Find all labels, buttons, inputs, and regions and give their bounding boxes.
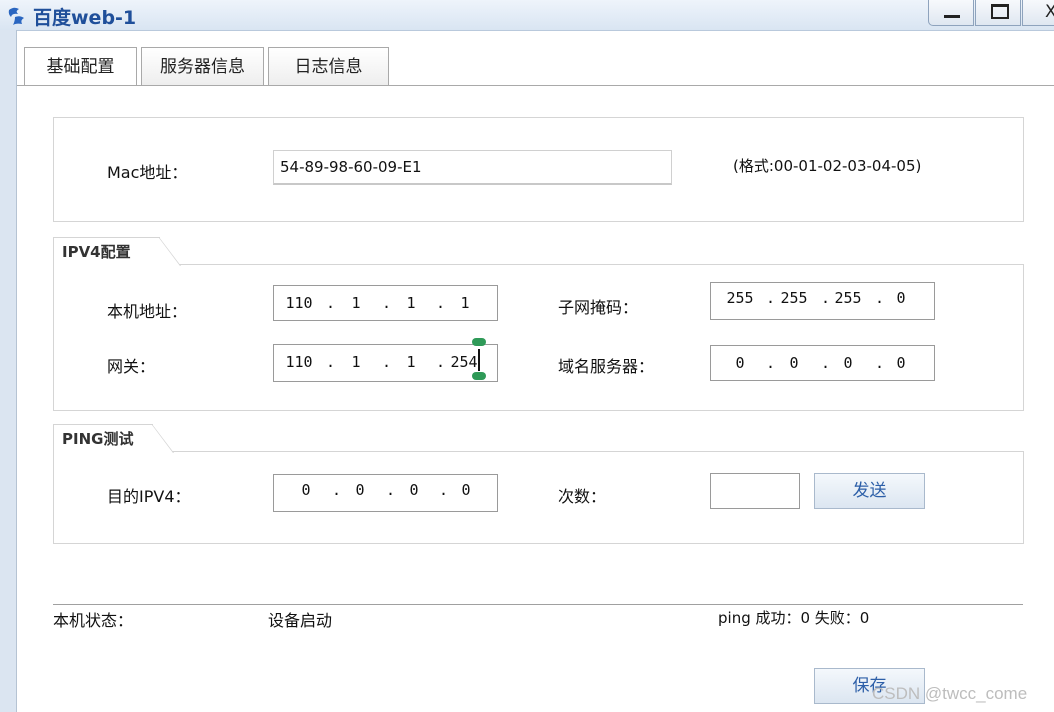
watermark: CSDN @twcc_come <box>872 684 1028 703</box>
octet-separator: . <box>436 294 446 312</box>
tab-divider <box>17 85 1054 86</box>
count-label: 次数： <box>558 487 607 506</box>
send-button[interactable]: 发送 <box>814 473 925 509</box>
subnet-mask-octet-2[interactable]: 255 <box>774 289 814 307</box>
octet-separator: . <box>382 294 392 312</box>
dest-ipv4-octet-2[interactable]: 0 <box>340 481 380 499</box>
tab-server-info[interactable]: 服务器信息 <box>141 47 264 85</box>
selection-handle-top[interactable] <box>472 338 486 346</box>
mac-label: Mac地址： <box>107 163 188 182</box>
status-divider <box>53 604 1023 605</box>
tab-basic-config[interactable]: 基础配置 <box>24 47 137 86</box>
mac-input[interactable]: 54-89-98-60-09-E1 <box>273 150 672 185</box>
dest-ipv4-octet-4[interactable]: 0 <box>446 481 486 499</box>
local-address-octet-1[interactable]: 110 <box>279 294 319 312</box>
ping-result: ping 成功：0 失败：0 <box>718 609 870 627</box>
status-value: 设备启动 <box>268 611 333 630</box>
app-icon <box>8 7 24 25</box>
close-icon: X <box>1045 2 1054 22</box>
title-bar: 百度web-1 X <box>0 0 1054 31</box>
dest-ipv4-input[interactable]: 0 . 0 . 0 . 0 <box>273 474 498 512</box>
dest-ipv4-octet-1[interactable]: 0 <box>286 481 326 499</box>
maximize-icon <box>991 4 1009 19</box>
gateway-octet-3[interactable]: 1 <box>391 353 431 371</box>
local-address-octet-4[interactable]: 1 <box>445 294 485 312</box>
dns-octet-3[interactable]: 0 <box>828 354 868 372</box>
octet-separator: . <box>326 294 336 312</box>
gateway-input[interactable]: 110 . 1 . 1 . 254 <box>273 344 498 382</box>
status-label: 本机状态： <box>53 611 134 630</box>
dest-ipv4-label: 目的IPV4： <box>107 487 191 506</box>
minimize-button[interactable] <box>928 0 974 26</box>
maximize-button[interactable] <box>975 0 1021 26</box>
tab-log-info[interactable]: 日志信息 <box>268 47 389 85</box>
close-button[interactable]: X <box>1022 0 1054 26</box>
subnet-mask-input[interactable]: 255 . 255 . 255 . 0 <box>710 282 935 320</box>
local-address-octet-2[interactable]: 1 <box>336 294 376 312</box>
ping-legend: PING测试 <box>53 424 174 453</box>
mac-format-hint: (格式:00-01-02-03-04-05) <box>733 157 922 175</box>
count-input[interactable] <box>710 473 800 509</box>
dns-octet-2[interactable]: 0 <box>774 354 814 372</box>
local-address-octet-3[interactable]: 1 <box>391 294 431 312</box>
gateway-octet-2[interactable]: 1 <box>336 353 376 371</box>
selection-handle-bottom[interactable] <box>472 372 486 380</box>
gateway-octet-1[interactable]: 110 <box>279 353 319 371</box>
gateway-label: 网关： <box>107 357 156 376</box>
minimize-icon <box>944 15 960 18</box>
subnet-mask-octet-4[interactable]: 0 <box>881 289 921 307</box>
octet-separator: . <box>326 353 336 371</box>
window-frame-left <box>0 30 17 712</box>
local-address-label: 本机地址： <box>107 302 188 321</box>
octet-separator: . <box>382 353 392 371</box>
window-title: 百度web-1 <box>33 7 137 29</box>
local-address-input[interactable]: 110 . 1 . 1 . 1 <box>273 285 498 321</box>
subnet-mask-octet-1[interactable]: 255 <box>720 289 760 307</box>
dns-octet-4[interactable]: 0 <box>881 354 921 372</box>
dns-input[interactable]: 0 . 0 . 0 . 0 <box>710 345 935 381</box>
dns-label: 域名服务器： <box>558 357 655 376</box>
text-cursor <box>478 349 480 371</box>
dest-ipv4-octet-3[interactable]: 0 <box>394 481 434 499</box>
subnet-mask-octet-3[interactable]: 255 <box>828 289 868 307</box>
subnet-mask-label: 子网掩码： <box>558 298 639 317</box>
dns-octet-1[interactable]: 0 <box>720 354 760 372</box>
ipv4-legend: IPV4配置 <box>53 237 181 266</box>
